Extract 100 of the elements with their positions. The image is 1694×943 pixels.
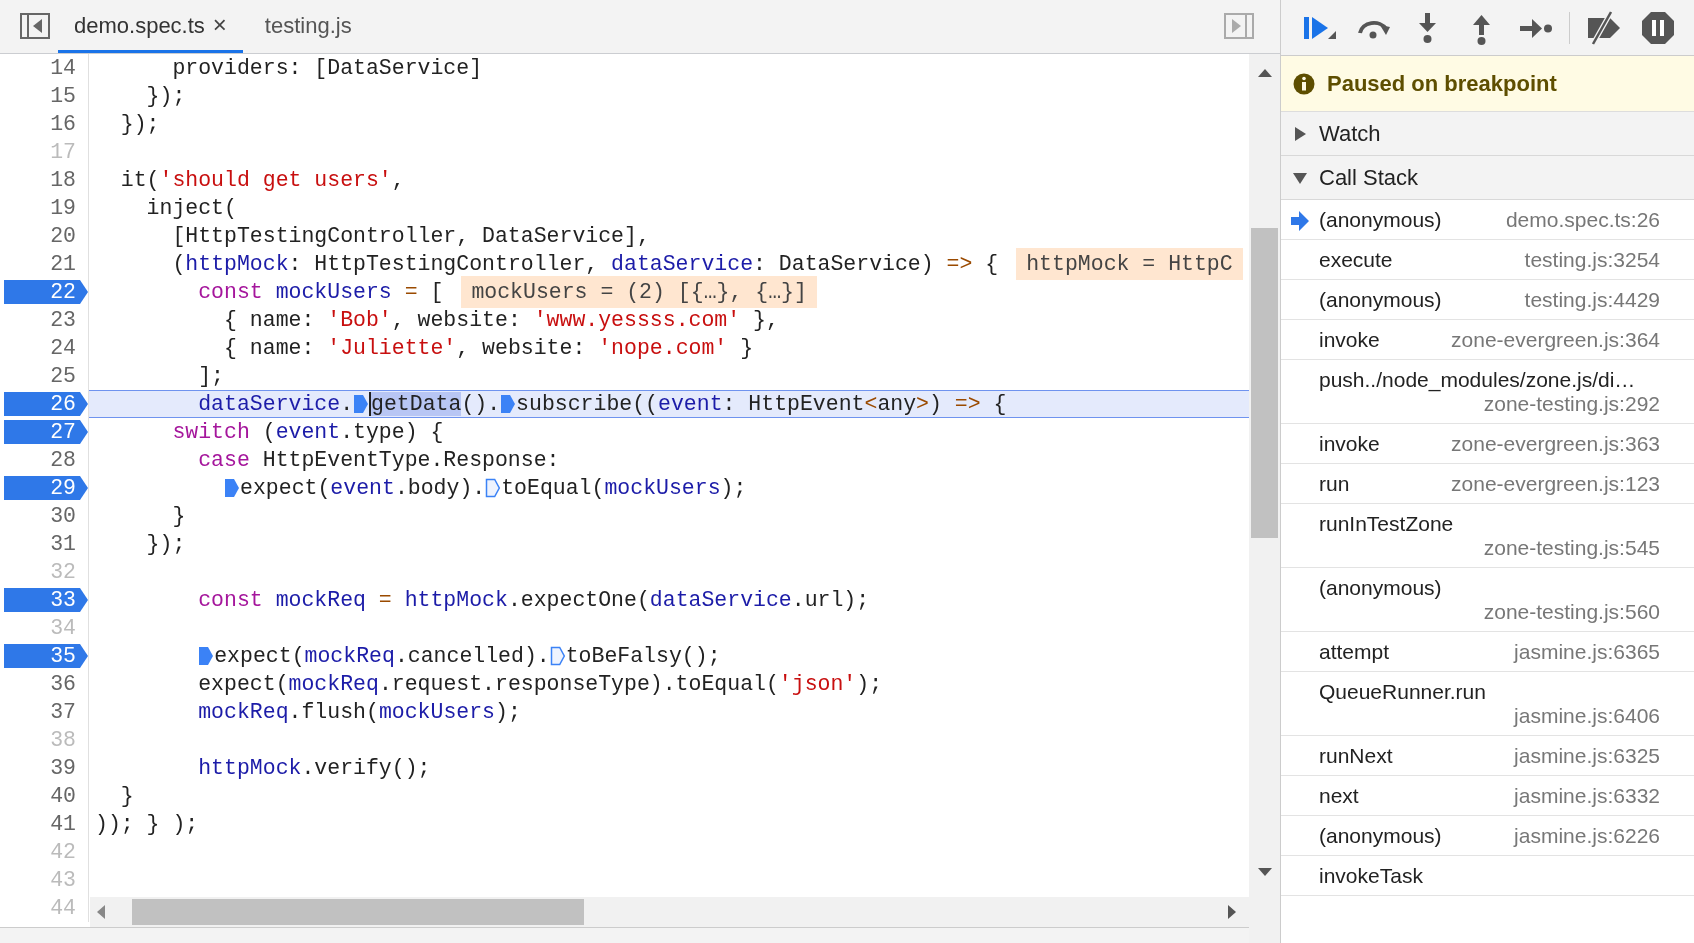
source-location: jasmine.js:6406: [1514, 703, 1661, 728]
source-location: testing.js:4429: [1524, 287, 1660, 312]
code-text: });: [119, 110, 160, 138]
code-text: const mockReq = httpMock.expectOne(dataService.url);: [197, 586, 870, 614]
code-text: mockReq.flush(mockUsers);: [197, 698, 521, 726]
code-text: }: [171, 502, 186, 530]
panel-toggle-icon: [1224, 12, 1254, 39]
code-text: ];: [197, 362, 225, 390]
call-stack-frame[interactable]: runInTestZone zone-testing.js:545: [1281, 504, 1694, 568]
breakpoint-marker-icon[interactable]: [549, 645, 566, 667]
tab[interactable]: demo.spec.ts ×: [58, 0, 243, 53]
call-stack-frame[interactable]: (anonymous) zone-testing.js:560: [1281, 568, 1694, 632]
call-stack-frame[interactable]: QueueRunner.run jasmine.js:6406: [1281, 672, 1694, 736]
scrollbar-thumb[interactable]: [1251, 228, 1278, 538]
function-name: runInTestZone: [1319, 511, 1455, 536]
source-location: zone-evergreen.js:364: [1451, 327, 1660, 352]
breakpoint-line-number[interactable]: 35: [4, 644, 88, 668]
line-number[interactable]: 24: [4, 336, 88, 360]
line-number[interactable]: 21: [4, 252, 88, 276]
scrollbar-thumb[interactable]: [132, 899, 584, 925]
breakpoint-marker-icon[interactable]: [485, 477, 502, 499]
function-name: invoke: [1319, 431, 1380, 456]
breakpoint-marker-icon[interactable]: [500, 393, 517, 415]
source-location: zone-testing.js:292: [1483, 391, 1661, 416]
function-name: (anonymous): [1319, 207, 1442, 232]
scroll-down-icon[interactable]: [1257, 867, 1272, 877]
line-number[interactable]: 19: [4, 196, 88, 220]
line-number[interactable]: 15: [4, 84, 88, 108]
source-location: jasmine.js:6365: [1514, 639, 1660, 664]
tab-title[interactable]: demo.spec.ts: [74, 8, 205, 42]
call-stack-frame[interactable]: (anonymous) testing.js:4429: [1281, 280, 1694, 320]
deactivate-breakpoints-icon[interactable]: [1585, 8, 1623, 47]
breakpoint-marker-icon[interactable]: [198, 645, 215, 667]
line-number[interactable]: 36: [4, 672, 88, 696]
line-number[interactable]: 18: [4, 168, 88, 192]
call-stack-frame[interactable]: invoke zone-evergreen.js:363: [1281, 424, 1694, 464]
section-header[interactable]: Watch: [1281, 112, 1694, 156]
breakpoint-line-number[interactable]: 33: [4, 588, 88, 612]
status-message: Paused on breakpoint: [1327, 70, 1557, 98]
section-header[interactable]: Call Stack: [1281, 156, 1694, 200]
source-location: zone-evergreen.js:363: [1451, 431, 1660, 456]
source-location: zone-testing.js:545: [1483, 535, 1661, 560]
call-stack-frame[interactable]: invokeTask: [1281, 856, 1694, 896]
tab-title[interactable]: testing.js: [264, 8, 352, 42]
call-stack-frame[interactable]: next jasmine.js:6332: [1281, 776, 1694, 816]
line-number[interactable]: 39: [4, 756, 88, 780]
code-text: });: [145, 530, 186, 558]
line-number[interactable]: 31: [4, 532, 88, 556]
close-button[interactable]: ×: [212, 13, 227, 37]
code-text: { name: 'Juliette', website: 'nope.com' }: [223, 334, 754, 362]
function-name: push../node_modules/zone.js/di…: [1319, 367, 1637, 392]
code-text: switch (event.type) {: [171, 418, 444, 446]
call-stack-frame[interactable]: push../node_modules/zone.js/di… zone-testing.js:292: [1281, 360, 1694, 424]
source-location: zone-testing.js:560: [1483, 599, 1661, 624]
function-name: invokeTask: [1319, 863, 1423, 888]
tab[interactable]: testing.js: [248, 0, 368, 53]
line-number[interactable]: 37: [4, 700, 88, 724]
call-stack-frame[interactable]: runNext jasmine.js:6325: [1281, 736, 1694, 776]
call-stack-frame[interactable]: (anonymous) demo.spec.ts:26: [1281, 200, 1694, 240]
code-text: (httpMock: HttpTestingController, dataService: DataService) => {: [171, 250, 999, 278]
horizontal-scrollbar[interactable]: [90, 897, 1249, 927]
code-text: httpMock.verify();: [197, 754, 431, 782]
line-number[interactable]: 41: [4, 812, 88, 836]
vertical-scrollbar[interactable]: [1249, 54, 1280, 943]
line-number[interactable]: 40: [4, 784, 88, 808]
breakpoint-line-number[interactable]: 27: [4, 420, 88, 444]
breakpoint-line-number[interactable]: 26: [4, 392, 88, 416]
code-text: { name: 'Bob', website: 'www.yessss.com' },: [223, 306, 779, 334]
line-number[interactable]: 14: [4, 56, 88, 80]
source-location: zone-evergreen.js:123: [1451, 471, 1660, 496]
code-text: });: [145, 82, 186, 110]
line-number[interactable]: 30: [4, 504, 88, 528]
call-stack-frame[interactable]: run zone-evergreen.js:123: [1281, 464, 1694, 504]
code-text: expect(mockReq.cancelled).: [214, 642, 550, 670]
call-stack-frame[interactable]: invoke zone-evergreen.js:364: [1281, 320, 1694, 360]
code-text: toEqual(mockUsers);: [501, 474, 747, 502]
breakpoint-marker-icon[interactable]: [224, 477, 241, 499]
call-stack-frame[interactable]: attempt jasmine.js:6365: [1281, 632, 1694, 672]
call-stack-frame[interactable]: (anonymous) jasmine.js:6226: [1281, 816, 1694, 856]
breakpoint-line-number[interactable]: 29: [4, 476, 88, 500]
inline-value: httpMock = HttpC: [1016, 247, 1243, 281]
inline-value: mockUsers = (2) [{…}, {…}]: [461, 275, 817, 309]
panel-toggle-icon: [20, 12, 50, 39]
code-text: [HttpTestingController, DataService],: [171, 222, 650, 250]
scroll-right-icon[interactable]: [1227, 905, 1237, 919]
line-number[interactable]: 28: [4, 448, 88, 472]
scroll-up-icon[interactable]: [1257, 68, 1272, 78]
line-number[interactable]: 16: [4, 112, 88, 136]
line-number[interactable]: 23: [4, 308, 88, 332]
call-stack-frame[interactable]: execute testing.js:3254: [1281, 240, 1694, 280]
scroll-left-icon[interactable]: [96, 905, 106, 919]
function-name: invoke: [1319, 327, 1380, 352]
breakpoint-line-number[interactable]: 22: [4, 280, 88, 304]
function-name: attempt: [1319, 639, 1390, 664]
function-name: execute: [1319, 247, 1393, 272]
code-text: expect(event.body).: [240, 474, 486, 502]
panel-toggle-button[interactable]: [1224, 12, 1256, 41]
line-number[interactable]: 20: [4, 224, 88, 248]
line-number[interactable]: 25: [4, 364, 88, 388]
sidebar-toggle-button[interactable]: [20, 12, 52, 41]
